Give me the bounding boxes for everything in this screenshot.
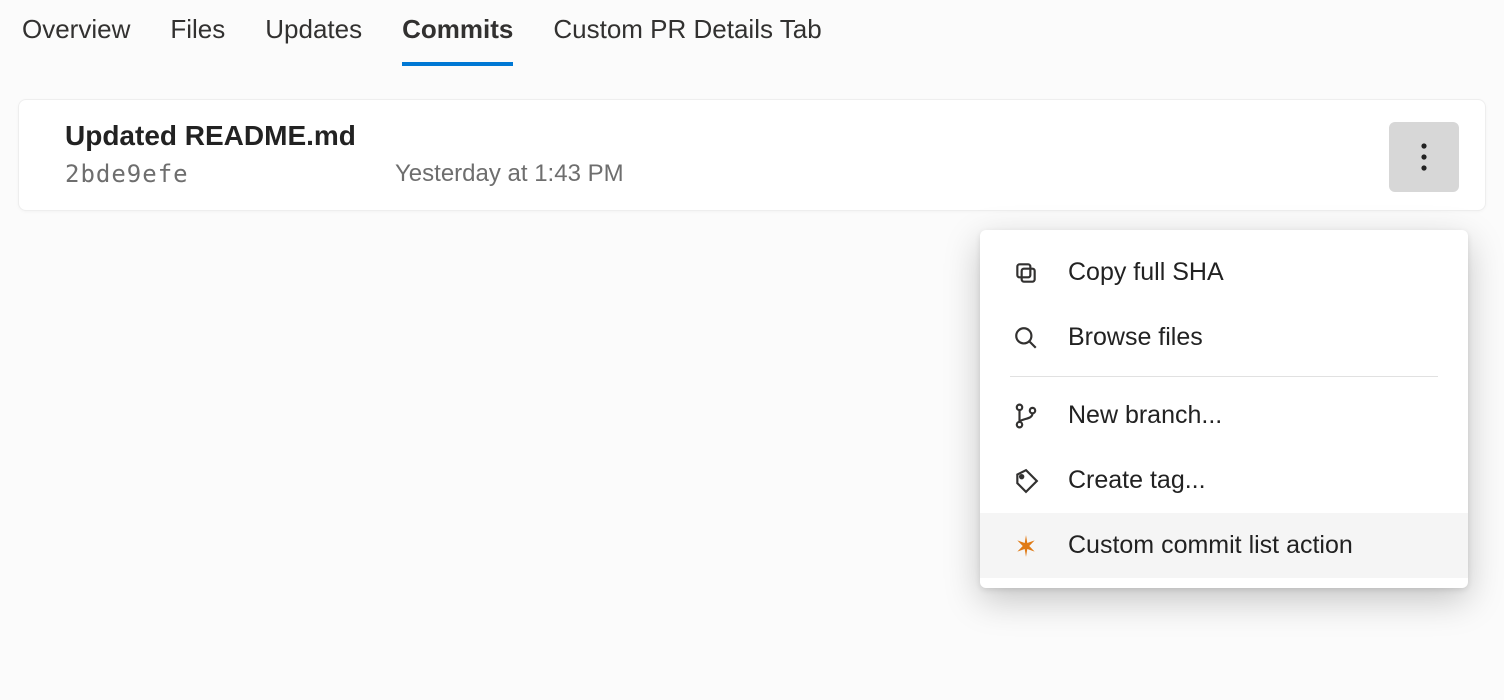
menu-item-label: Copy full SHA bbox=[1068, 258, 1224, 287]
menu-custom-commit-action[interactable]: Custom commit list action bbox=[980, 513, 1468, 578]
commit-time: Yesterday at 1:43 PM bbox=[395, 160, 1379, 188]
menu-new-branch[interactable]: New branch... bbox=[980, 383, 1468, 448]
commit-title: Updated README.md bbox=[65, 120, 1459, 152]
tab-commits[interactable]: Commits bbox=[402, 8, 513, 63]
tag-icon bbox=[1012, 467, 1040, 495]
menu-item-label: Browse files bbox=[1068, 323, 1203, 352]
asterisk-icon bbox=[1012, 532, 1040, 560]
menu-browse-files[interactable]: Browse files bbox=[980, 305, 1468, 370]
menu-copy-full-sha[interactable]: Copy full SHA bbox=[980, 240, 1468, 305]
menu-item-label: Create tag... bbox=[1068, 466, 1206, 495]
tab-custom-pr-details[interactable]: Custom PR Details Tab bbox=[553, 8, 821, 63]
commit-actions-menu: Copy full SHA Browse files New branch...… bbox=[980, 230, 1468, 588]
menu-create-tag[interactable]: Create tag... bbox=[980, 448, 1468, 513]
commit-row[interactable]: Updated README.md 2bde9efe Yesterday at … bbox=[18, 99, 1486, 211]
tab-overview[interactable]: Overview bbox=[22, 8, 130, 63]
pr-tabs: Overview Files Updates Commits Custom PR… bbox=[0, 0, 1504, 63]
commit-sha: 2bde9efe bbox=[65, 160, 395, 188]
copy-icon bbox=[1012, 259, 1040, 287]
menu-item-label: Custom commit list action bbox=[1068, 531, 1353, 560]
menu-separator bbox=[1010, 376, 1438, 377]
more-actions-button[interactable] bbox=[1389, 122, 1459, 192]
menu-item-label: New branch... bbox=[1068, 401, 1222, 430]
search-icon bbox=[1012, 324, 1040, 352]
tab-updates[interactable]: Updates bbox=[265, 8, 362, 63]
branch-icon bbox=[1012, 402, 1040, 430]
more-vertical-icon bbox=[1410, 143, 1438, 171]
tab-files[interactable]: Files bbox=[170, 8, 225, 63]
